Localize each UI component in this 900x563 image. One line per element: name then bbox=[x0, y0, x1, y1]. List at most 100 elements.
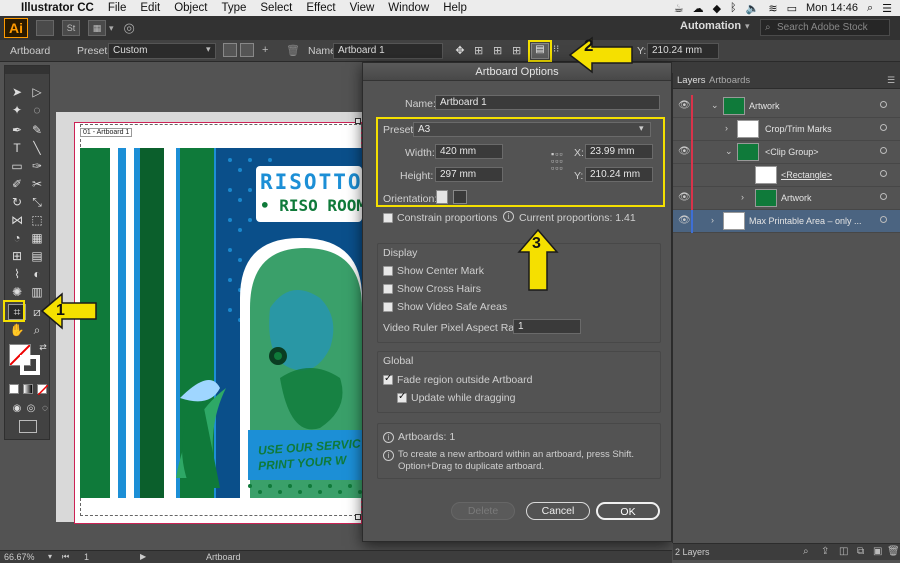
battery-icon[interactable]: ▭ bbox=[787, 2, 797, 15]
free-transform-icon[interactable]: ⬚ bbox=[28, 212, 46, 228]
target-icon[interactable] bbox=[880, 216, 887, 223]
bluetooth-icon[interactable]: ᛒ bbox=[730, 2, 737, 14]
symbol-sprayer-icon[interactable]: ✺ bbox=[8, 284, 26, 300]
portrait-icon[interactable] bbox=[223, 43, 237, 57]
menu-select[interactable]: Select bbox=[253, 2, 299, 14]
stroke-swatch[interactable] bbox=[20, 355, 40, 375]
panel-dock-header[interactable] bbox=[672, 62, 900, 73]
selection-tool-icon[interactable]: ➤ bbox=[8, 84, 26, 100]
magic-wand-icon[interactable]: ✦ bbox=[8, 102, 26, 118]
search-icon[interactable]: ⌕ bbox=[867, 2, 873, 15]
zoom-level[interactable]: 66.67% bbox=[4, 552, 35, 562]
volume-icon[interactable]: 🔈 bbox=[746, 2, 760, 15]
eye-icon[interactable]: 👁 bbox=[678, 146, 691, 157]
move-copy-artwork-icon[interactable]: ✥ bbox=[452, 44, 468, 58]
eyedropper-icon[interactable]: ⌇ bbox=[8, 266, 26, 282]
show-center-mark-icon[interactable]: ⊞ bbox=[474, 44, 483, 57]
wifi-icon[interactable]: ≋ bbox=[768, 2, 777, 15]
show-cross-hairs-icon[interactable]: ⊞ bbox=[493, 44, 502, 57]
gpu-performance-icon[interactable]: ◎ bbox=[124, 20, 135, 36]
line-tool-icon[interactable]: ╲ bbox=[28, 140, 46, 156]
chevron-down-icon[interactable]: ▾ bbox=[206, 44, 211, 55]
direct-selection-icon[interactable]: ▷ bbox=[28, 84, 46, 100]
next-artboard-icon[interactable]: ▶ bbox=[140, 552, 146, 561]
show-video-safe-checkbox[interactable] bbox=[383, 302, 393, 312]
menu-clock[interactable]: Mon 14:46 bbox=[806, 2, 858, 14]
layer-row-artwork[interactable]: 👁 ⌄ Artwork bbox=[673, 95, 900, 118]
scale-icon[interactable]: ⤡ bbox=[28, 194, 46, 210]
stock-search-input[interactable]: ⌕ Search Adobe Stock bbox=[760, 19, 890, 36]
video-ratio-input[interactable]: 1 bbox=[513, 319, 581, 334]
chevron-down-icon[interactable]: ▾ bbox=[109, 23, 114, 34]
perspective-icon[interactable]: ▦ bbox=[28, 230, 46, 246]
panel-menu-icon[interactable]: ☰ bbox=[887, 75, 895, 86]
new-sublayer-icon[interactable]: ⧉ bbox=[857, 546, 864, 557]
chevron-down-icon[interactable]: ⌄ bbox=[725, 146, 733, 157]
menu-app-name[interactable]: Illustrator CC bbox=[14, 2, 101, 14]
chevron-right-icon[interactable]: › bbox=[711, 215, 714, 225]
show-center-mark-checkbox[interactable] bbox=[383, 266, 393, 276]
draw-inside-icon[interactable]: ◌ bbox=[36, 400, 54, 416]
mesh-icon[interactable]: ⊞ bbox=[8, 248, 26, 264]
cancel-button[interactable]: Cancel bbox=[526, 502, 590, 520]
delete-artboard-icon[interactable]: 🗑 bbox=[286, 44, 300, 57]
gradient-mode-icon[interactable] bbox=[23, 384, 33, 394]
layer-row-crop-marks[interactable]: › Crop/Trim Marks bbox=[673, 118, 900, 141]
delete-button[interactable]: Delete bbox=[451, 502, 515, 520]
dialog-name-input[interactable]: Artboard 1 bbox=[435, 95, 660, 110]
constrain-proportions-checkbox[interactable] bbox=[383, 213, 393, 223]
curvature-icon[interactable]: ✎ bbox=[28, 122, 46, 138]
eye-icon[interactable]: 👁 bbox=[678, 192, 691, 203]
artboard-tag[interactable]: 01 - Artboard 1 bbox=[80, 128, 133, 137]
locate-object-icon[interactable]: ⌕ bbox=[803, 546, 809, 557]
chevron-down-icon[interactable]: ▾ bbox=[48, 552, 52, 561]
artboard-number[interactable]: 1 bbox=[84, 552, 89, 562]
width-tool-icon[interactable]: ⋈ bbox=[8, 212, 26, 228]
rectangle-tool-icon[interactable]: ▭ bbox=[8, 158, 26, 174]
chevron-down-icon[interactable]: ⌄ bbox=[711, 100, 719, 111]
menu-effect[interactable]: Effect bbox=[299, 2, 342, 14]
tools-panel-grip[interactable] bbox=[5, 66, 49, 74]
color-mode-icon[interactable] bbox=[9, 384, 19, 394]
creative-cloud-icon[interactable]: ☁ bbox=[693, 2, 704, 15]
hand-tool-icon[interactable]: ✋ bbox=[8, 322, 26, 338]
gradient-icon[interactable]: ▤ bbox=[28, 248, 46, 264]
target-icon[interactable] bbox=[880, 193, 887, 200]
layer-row-clip-group[interactable]: 👁 ⌄ <Clip Group> bbox=[673, 141, 900, 164]
export-icon[interactable]: ⇪ bbox=[821, 546, 829, 557]
shaper-icon[interactable]: ✐ bbox=[8, 176, 26, 192]
landscape-icon[interactable] bbox=[240, 43, 254, 57]
layer-row-artwork-sub[interactable]: 👁 › Artwork bbox=[673, 187, 900, 210]
resize-handle[interactable] bbox=[355, 514, 361, 520]
screen-mode-icon[interactable] bbox=[19, 420, 37, 433]
new-layer-icon[interactable]: ▣ bbox=[873, 546, 882, 557]
blend-icon[interactable]: ◐ bbox=[28, 266, 46, 282]
control-name-input[interactable]: Artboard 1 bbox=[333, 43, 443, 59]
tab-artboards[interactable]: Artboards bbox=[709, 75, 750, 86]
eye-icon[interactable]: 👁 bbox=[678, 100, 691, 111]
target-icon[interactable] bbox=[880, 124, 887, 131]
chevron-right-icon[interactable]: › bbox=[741, 192, 744, 202]
show-cross-hairs-checkbox[interactable] bbox=[383, 284, 393, 294]
menu-window[interactable]: Window bbox=[381, 2, 436, 14]
tab-layers[interactable]: Layers bbox=[677, 75, 706, 86]
pen-tool-icon[interactable]: ✒ bbox=[8, 122, 26, 138]
eye-icon[interactable]: 👁 bbox=[678, 215, 691, 226]
trash-icon[interactable]: 🗑 bbox=[887, 546, 900, 557]
fade-region-checkbox[interactable] bbox=[383, 373, 393, 385]
layer-row-rectangle[interactable]: <Rectangle> bbox=[673, 164, 900, 187]
bridge-icon[interactable] bbox=[36, 20, 54, 36]
resize-handle[interactable] bbox=[355, 118, 361, 124]
layer-row-max-printable[interactable]: 👁 › Max Printable Area – only ... bbox=[673, 210, 900, 233]
menu-object[interactable]: Object bbox=[167, 2, 214, 14]
control-y-input[interactable]: 210.24 mm bbox=[647, 43, 719, 59]
menu-type[interactable]: Type bbox=[214, 2, 253, 14]
workspace-switcher[interactable]: Automation bbox=[680, 20, 741, 32]
lasso-icon[interactable]: ◌ bbox=[28, 102, 46, 118]
menu-file[interactable]: File bbox=[101, 2, 134, 14]
ok-button[interactable]: OK bbox=[596, 502, 660, 520]
video-safe-icon[interactable]: ⊞ bbox=[512, 44, 521, 57]
target-icon[interactable] bbox=[880, 170, 887, 177]
menu-view[interactable]: View bbox=[343, 2, 382, 14]
type-tool-icon[interactable]: T bbox=[8, 140, 26, 156]
